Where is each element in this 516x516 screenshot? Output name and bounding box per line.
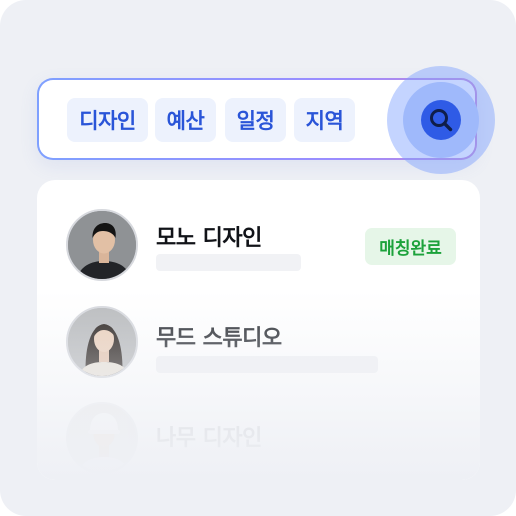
avatar [66,402,138,474]
studio-name: 나무 디자인 [156,426,262,451]
search-button[interactable] [421,100,461,140]
placeholder-line [156,356,378,373]
results-list: 모노 디자인 매칭완료 무드 스튜디오 나무 디자인 [37,180,480,480]
avatar [66,306,138,378]
avatar [66,209,138,281]
app-canvas: 디자인 예산 일정 지역 모노 디자인 매칭완료 무드 스튜디오 나무 디자인 [0,0,516,516]
filter-chip-schedule[interactable]: 일정 [225,98,286,142]
status-badge: 매칭완료 [365,228,456,265]
search-icon [430,109,453,132]
placeholder-line [156,254,301,271]
filter-chip-design[interactable]: 디자인 [67,98,148,142]
studio-name: 모노 디자인 [156,226,262,251]
filter-chip-region[interactable]: 지역 [294,98,355,142]
filter-chip-budget[interactable]: 예산 [155,98,216,142]
studio-name: 무드 스튜디오 [156,326,282,351]
